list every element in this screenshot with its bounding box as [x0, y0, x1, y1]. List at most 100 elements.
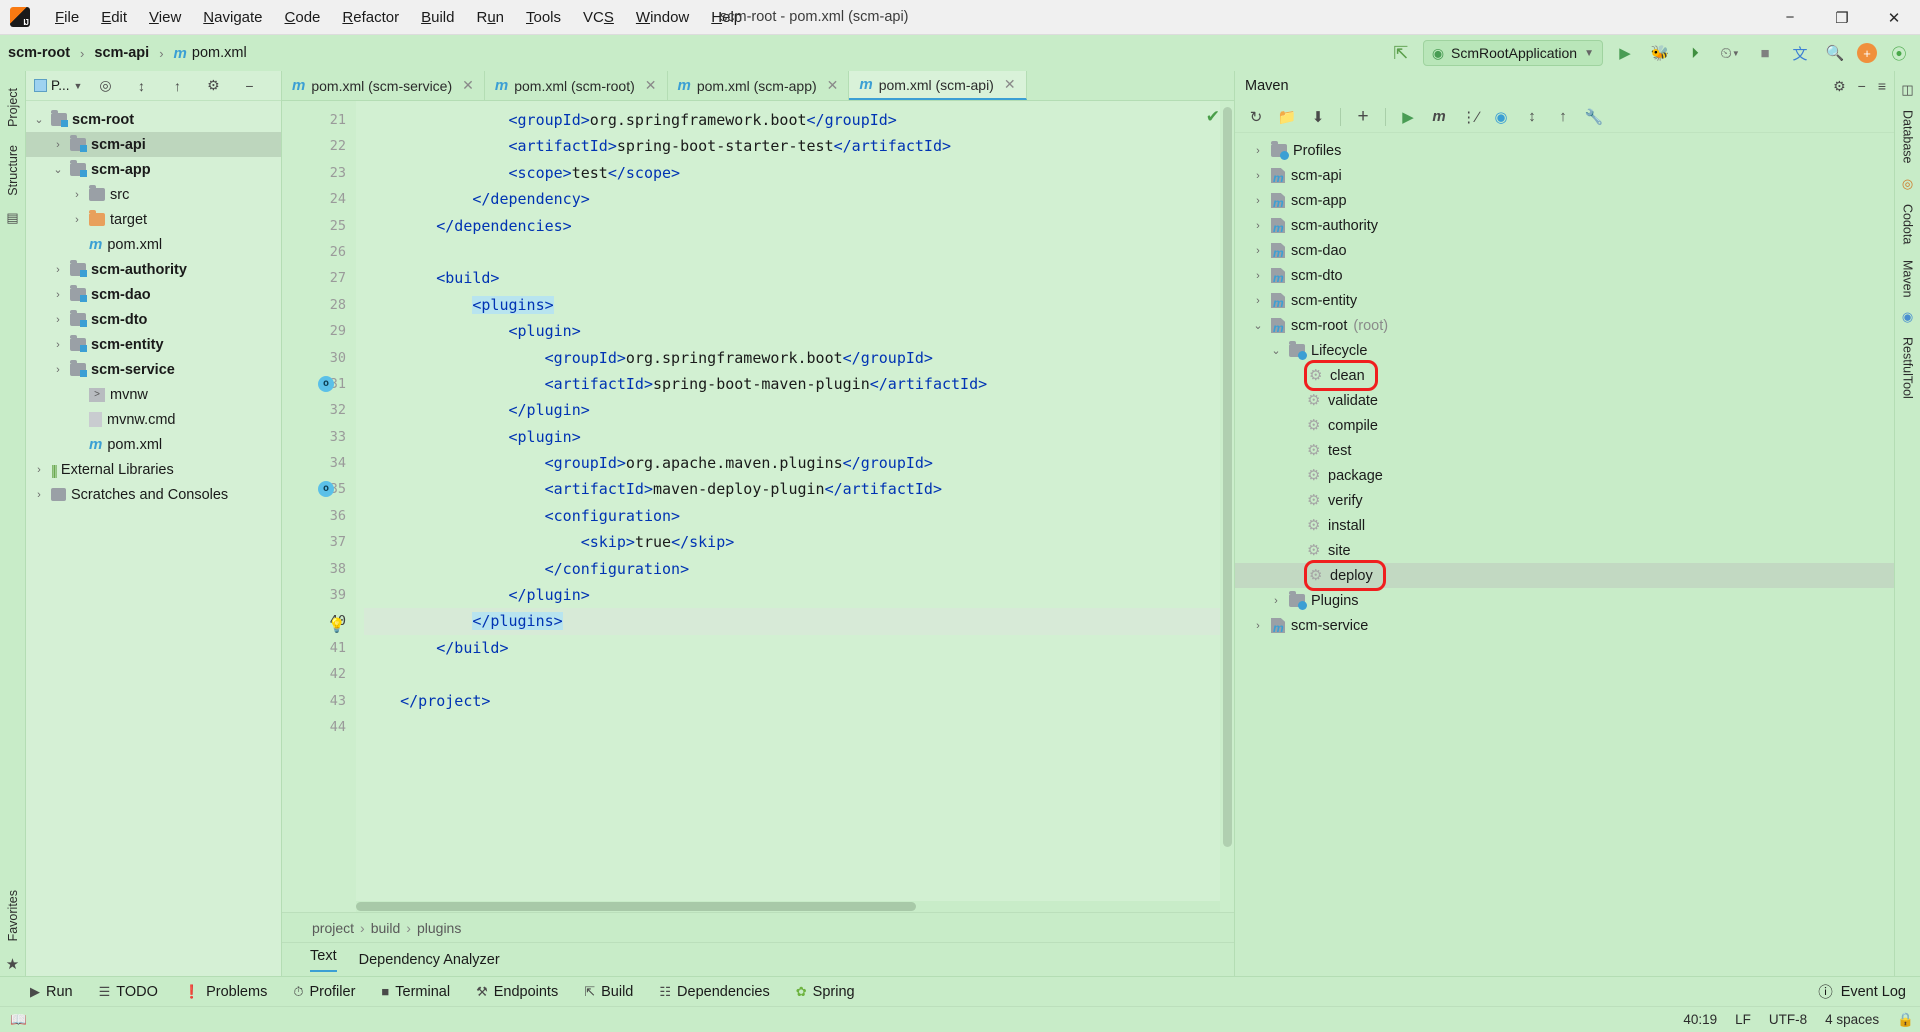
gutter-line-29[interactable]: 29 — [282, 318, 356, 344]
hide-icon[interactable]: − — [1858, 78, 1866, 95]
chevron-right-icon[interactable]: › — [70, 214, 84, 226]
bottom-tab-run[interactable]: ▶ Run — [30, 984, 73, 1000]
gutter-line-24[interactable]: 24 — [282, 186, 356, 212]
bottom-tab-todo[interactable]: ☰ TODO — [99, 984, 158, 1000]
toggle-skip-tests-icon[interactable]: ⋮∕ — [1457, 104, 1483, 130]
chevron-right-icon[interactable]: › — [1251, 170, 1265, 182]
navbar-crumb-project[interactable]: scm-root — [8, 45, 70, 61]
maven-tree-item-verify[interactable]: ⚙ verify — [1235, 488, 1894, 513]
maven-tree-item-scm-root[interactable]: ⌄ scm-root (root) — [1235, 313, 1894, 338]
run-with-coverage-icon[interactable]: ⏵ — [1682, 40, 1708, 66]
maven-tree-item-Lifecycle[interactable]: ⌄ Lifecycle — [1235, 338, 1894, 363]
project-tree-item-Scratches and Consoles[interactable]: › Scratches and Consoles — [26, 482, 281, 507]
maven-tree-item-package[interactable]: ⚙ package — [1235, 463, 1894, 488]
gutter-line-32[interactable]: 32 — [282, 397, 356, 423]
lock-icon[interactable]: 🔒 — [1897, 1012, 1914, 1028]
chevron-down-icon[interactable]: ⌄ — [1251, 319, 1265, 332]
structure-icon[interactable]: ▤ — [6, 207, 18, 229]
editor-tab-0[interactable]: m pom.xml (scm-service) ✕ — [282, 71, 485, 100]
chevron-right-icon[interactable]: › — [1269, 595, 1283, 607]
chevron-right-icon[interactable]: › — [51, 314, 65, 326]
menu-run[interactable]: Run — [465, 5, 515, 30]
chevron-right-icon[interactable]: › — [51, 264, 65, 276]
code-line-21[interactable]: <groupId>org.springframework.boot</group… — [364, 107, 1234, 133]
search-icon[interactable]: 🔍 — [1822, 40, 1848, 66]
run-icon[interactable]: ▶ — [1612, 40, 1638, 66]
rail-item-database[interactable]: Database — [1901, 103, 1915, 171]
navbar-crumb-file[interactable]: pom.xml — [192, 45, 247, 61]
debug-icon[interactable]: 🐝 — [1647, 40, 1673, 66]
menu-view[interactable]: View — [138, 5, 192, 30]
maven-project-tree[interactable]: ›Profiles›scm-api›scm-app›scm-authority›… — [1235, 133, 1894, 976]
maven-tree-item-clean[interactable]: ⚙ clean — [1235, 360, 1894, 391]
gutter-line-31[interactable]: 31 o — [282, 371, 356, 397]
code-line-36[interactable]: <configuration> — [364, 503, 1234, 529]
translate-icon[interactable]: 文 — [1787, 40, 1813, 66]
menu-edit[interactable]: Edit — [90, 5, 138, 30]
gutter-line-22[interactable]: 22 — [282, 133, 356, 159]
minimize-button[interactable]: − — [1764, 0, 1816, 35]
favorites-star-icon[interactable]: ★ — [6, 952, 19, 976]
project-tree-item-scm-dto[interactable]: › scm-dto — [26, 307, 281, 332]
close-tab-icon[interactable]: ✕ — [1004, 76, 1016, 93]
code-line-33[interactable]: <plugin> — [364, 424, 1234, 450]
menu-file[interactable]: File — [44, 5, 90, 30]
bottom-tab-endpoints[interactable]: ⚒ Endpoints — [476, 984, 558, 1000]
file-encoding[interactable]: UTF-8 — [1769, 1012, 1807, 1027]
download-sources-icon[interactable]: ⬇ — [1305, 104, 1331, 130]
editor-tab-3[interactable]: m pom.xml (scm-api) ✕ — [849, 71, 1027, 100]
maven-plugin-gutter-icon[interactable]: o — [318, 375, 334, 392]
gutter-line-38[interactable]: 38 — [282, 556, 356, 582]
gutter-line-44[interactable]: 44 — [282, 714, 356, 740]
code-line-23[interactable]: <scope>test</scope> — [364, 160, 1234, 186]
editor-tab-1[interactable]: m pom.xml (scm-root) ✕ — [485, 71, 668, 100]
editor-area[interactable]: 21 22 23 24 25 26 27 28 29 30 31 o 32 33 34 35 o 36 37 38 39… — [282, 101, 1234, 912]
code-line-27[interactable]: <build> — [364, 265, 1234, 291]
gutter-line-21[interactable]: 21 — [282, 107, 356, 133]
code-content[interactable]: <groupId>org.springframework.boot</group… — [356, 101, 1234, 912]
add-icon[interactable]: + — [1350, 104, 1376, 130]
rail-item-favorites[interactable]: Favorites — [6, 883, 20, 948]
gutter-line-43[interactable]: 43 — [282, 688, 356, 714]
run-icon[interactable]: ▶ — [1395, 104, 1421, 130]
chevron-right-icon[interactable]: › — [51, 364, 65, 376]
editor-horizontal-scrollbar[interactable] — [356, 901, 1220, 912]
menu-vcs[interactable]: VCS — [572, 5, 625, 30]
gutter-line-40[interactable]: 40 💡 — [282, 608, 356, 634]
project-tree-item-scm-dao[interactable]: › scm-dao — [26, 282, 281, 307]
chevron-right-icon[interactable]: › — [32, 489, 46, 501]
bottom-tab-terminal[interactable]: ■ Terminal — [381, 984, 450, 1000]
code-line-35[interactable]: <artifactId>maven-deploy-plugin</artifac… — [364, 476, 1234, 502]
project-tree-item-target[interactable]: › target — [26, 207, 281, 232]
code-line-34[interactable]: <groupId>org.apache.maven.plugins</group… — [364, 450, 1234, 476]
project-tree-item-scm-service[interactable]: › scm-service — [26, 357, 281, 382]
bottom-tab-spring[interactable]: ✿ Spring — [796, 984, 855, 1000]
breadcrumb-plugins[interactable]: plugins — [417, 920, 461, 936]
menu-navigate[interactable]: Navigate — [192, 5, 273, 30]
menu-window[interactable]: Window — [625, 5, 700, 30]
expand-all-icon[interactable]: ↕ — [1519, 104, 1545, 130]
project-tree-item-External Libraries[interactable]: › ||| External Libraries — [26, 457, 281, 482]
gutter-line-26[interactable]: 26 — [282, 239, 356, 265]
code-line-37[interactable]: <skip>true</skip> — [364, 529, 1234, 555]
maven-tree-item-site[interactable]: ⚙ site — [1235, 538, 1894, 563]
editor-vertical-scrollbar[interactable] — [1220, 101, 1234, 912]
close-tab-icon[interactable]: ✕ — [645, 77, 657, 94]
rail-item-project[interactable]: Project — [6, 81, 20, 134]
maven-tree-item-scm-api[interactable]: › scm-api — [1235, 163, 1894, 188]
rail-item-codota[interactable]: Codota — [1901, 197, 1915, 251]
toggle-offline-icon[interactable]: ◉ — [1488, 104, 1514, 130]
tab-dependency-analyzer[interactable]: Dependency Analyzer — [359, 952, 500, 968]
gutter-line-23[interactable]: 23 — [282, 160, 356, 186]
gutter-line-27[interactable]: 27 — [282, 265, 356, 291]
close-button[interactable]: ✕ — [1868, 0, 1920, 35]
chevron-right-icon[interactable]: › — [1251, 245, 1265, 257]
maven-settings-icon[interactable]: 🔧 — [1581, 104, 1607, 130]
project-tree-item-src[interactable]: › src — [26, 182, 281, 207]
project-tree-item-pom-xml[interactable]: m pom.xml — [26, 232, 281, 257]
bottom-tab-build[interactable]: ⇱ Build — [584, 984, 633, 1000]
indent-setting[interactable]: 4 spaces — [1825, 1012, 1879, 1027]
maven-tree-item-compile[interactable]: ⚙ compile — [1235, 413, 1894, 438]
gutter-line-30[interactable]: 30 — [282, 345, 356, 371]
maven-tree-item-scm-app[interactable]: › scm-app — [1235, 188, 1894, 213]
